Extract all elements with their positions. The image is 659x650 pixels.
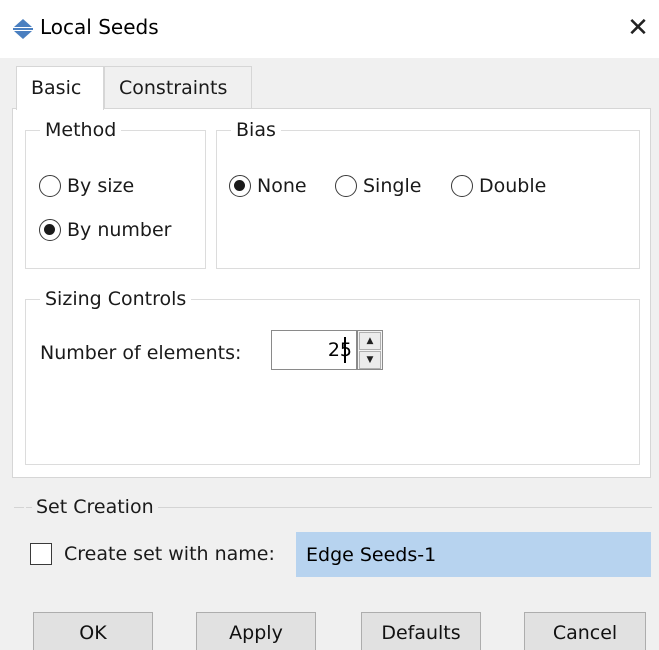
radio-bias-single-indicator[interactable]	[335, 175, 357, 197]
bias-group: Bias	[216, 117, 640, 269]
radio-bias-double-label: Double	[479, 175, 547, 197]
text-cursor	[344, 337, 346, 363]
radio-by-number[interactable]: By number	[39, 217, 171, 243]
close-icon[interactable]: ✕	[626, 14, 650, 42]
method-legend: Method	[40, 117, 122, 143]
radio-bias-double-indicator[interactable]	[451, 175, 473, 197]
radio-bias-double[interactable]: Double	[451, 173, 546, 199]
radio-bias-single[interactable]: Single	[335, 173, 421, 199]
radio-bias-none-label: None	[257, 175, 307, 197]
spin-down-button[interactable]: ▼	[359, 351, 381, 369]
bias-legend: Bias	[231, 117, 281, 143]
basic-tab-panel: Method By size By number Bias None Singl…	[12, 108, 651, 478]
seed-double-arrow-icon	[13, 19, 33, 39]
defaults-button[interactable]: Defaults	[361, 612, 481, 650]
spin-up-button[interactable]: ▲	[359, 332, 381, 350]
sizing-controls-legend: Sizing Controls	[40, 286, 192, 312]
cancel-button[interactable]: Cancel	[524, 612, 646, 650]
number-spinner[interactable]: ▲ ▼	[357, 330, 383, 370]
create-set-checkbox[interactable]	[30, 543, 52, 565]
radio-bias-single-label: Single	[363, 175, 422, 197]
create-set-label[interactable]: Create set with name:	[64, 540, 275, 568]
radio-bias-none[interactable]: None	[229, 173, 307, 199]
set-creation-frame-left	[14, 507, 24, 508]
ok-button[interactable]: OK	[33, 612, 153, 650]
dialog-title: Local Seeds	[40, 15, 159, 39]
radio-by-number-indicator[interactable]	[39, 219, 61, 241]
number-of-elements-label: Number of elements:	[40, 342, 242, 364]
apply-button[interactable]: Apply	[196, 612, 316, 650]
tab-constraints[interactable]: Constraints	[104, 66, 252, 108]
set-creation-legend: Set Creation	[32, 494, 158, 520]
radio-by-size[interactable]: By size	[39, 173, 134, 199]
radio-by-size-label: By size	[67, 175, 135, 197]
tab-basic[interactable]: Basic	[16, 66, 104, 110]
radio-bias-none-indicator[interactable]	[229, 175, 251, 197]
sizing-controls-group: Sizing Controls	[25, 286, 640, 465]
radio-by-number-label: By number	[67, 219, 172, 241]
method-group: Method	[25, 117, 206, 269]
radio-by-size-indicator[interactable]	[39, 175, 61, 197]
set-name-input[interactable]	[296, 532, 651, 577]
title-bar: Local Seeds ✕	[0, 0, 659, 58]
